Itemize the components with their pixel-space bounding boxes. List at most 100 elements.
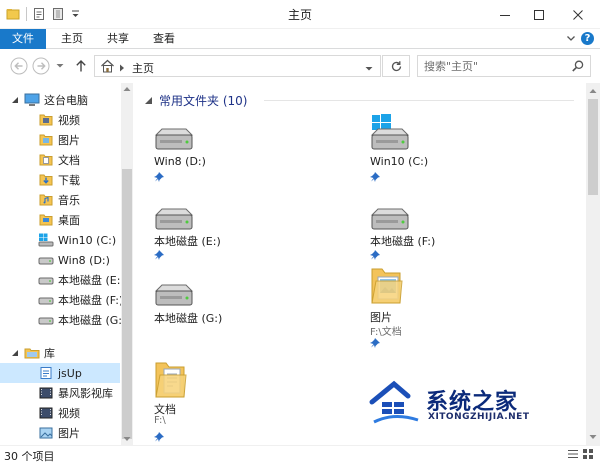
tile-documents[interactable]: 文档 F:\ <box>152 359 352 442</box>
scroll-up-icon <box>589 89 597 93</box>
scroll-down-icon <box>589 435 597 439</box>
search-input[interactable] <box>424 59 564 73</box>
sidebar-item-libraries[interactable]: 库 <box>0 343 120 363</box>
library-icon <box>24 345 40 361</box>
windows-drive-icon <box>370 114 410 150</box>
window-controls <box>488 0 600 29</box>
sidebar-item-jsup[interactable]: jsUp <box>0 363 120 383</box>
refresh-button[interactable] <box>365 55 410 77</box>
group-header-frequent-folders[interactable]: 常用文件夹 (10) <box>144 92 247 108</box>
group-title: 常用文件夹 (10) <box>159 93 248 108</box>
pin-icon <box>370 338 380 348</box>
pictures-folder-icon <box>38 132 54 148</box>
pictures-library-icon <box>38 425 54 441</box>
forward-button[interactable] <box>32 57 50 75</box>
tile-drive-c[interactable]: Win10 (C:) <box>368 113 568 182</box>
drive-icon <box>38 312 54 328</box>
details-view-icon[interactable] <box>567 448 579 463</box>
tile-drive-e[interactable]: 本地磁盘 (E:) <box>152 207 352 267</box>
maximize-icon <box>534 9 544 20</box>
tile-path: F:\文档 <box>370 327 402 338</box>
sidebar-item-label: 本地磁盘 (F:) <box>58 294 124 307</box>
collapse-icon[interactable] <box>10 95 20 105</box>
tile-drive-f[interactable]: 本地磁盘 (F:) <box>368 207 568 267</box>
tile-pictures[interactable]: 图片 F:\文档 <box>368 265 568 348</box>
pc-icon <box>24 92 40 108</box>
drive-icon <box>38 292 54 308</box>
sidebar-item-drive-c[interactable]: Win10 (C:) <box>0 230 120 250</box>
tile-name: 本地磁盘 (F:) <box>370 235 436 248</box>
drive-icon <box>154 284 194 306</box>
sidebar-item-drive-g[interactable]: 本地磁盘 (G:) <box>0 310 126 330</box>
music-folder-icon <box>38 192 54 208</box>
tab-home[interactable]: 主页 <box>50 29 94 49</box>
tile-drive-d[interactable]: Win8 (D:) <box>152 127 352 187</box>
collapse-icon[interactable] <box>10 348 20 358</box>
tab-view[interactable]: 查看 <box>142 29 186 49</box>
sidebar-item-drive-f[interactable]: 本地磁盘 (F:) <box>0 290 124 310</box>
close-button[interactable] <box>556 0 600 29</box>
sidebar-item-label: 音乐 <box>58 194 80 207</box>
recent-locations-button[interactable] <box>54 57 66 75</box>
tile-name: Win10 (C:) <box>370 155 429 168</box>
drive-icon <box>370 208 410 230</box>
scrollbar-thumb[interactable] <box>588 99 598 195</box>
sidebar-item-label: 视频 <box>58 407 80 420</box>
sidebar-item-label: 视频 <box>58 114 80 127</box>
chevron-down-icon <box>56 64 64 68</box>
up-button[interactable] <box>72 57 90 75</box>
title-bar: 主页 <box>0 0 600 29</box>
large-icons-view-icon[interactable] <box>582 448 594 463</box>
scroll-up-icon <box>123 87 131 91</box>
up-arrow-icon <box>76 60 86 72</box>
address-bar[interactable]: 主页 <box>94 55 381 77</box>
video-folder-icon <box>38 112 54 128</box>
sidebar-item-desktop[interactable]: 桌面 <box>0 210 120 230</box>
video-library-icon <box>38 405 54 421</box>
sidebar-item-videos-library[interactable]: 视频 <box>0 403 120 423</box>
downloads-folder-icon <box>38 172 54 188</box>
sidebar-item-pictures[interactable]: 图片 <box>0 130 120 150</box>
group-collapse-icon <box>145 96 152 104</box>
sidebar-item-label: 图片 <box>58 134 80 147</box>
sidebar-item-drive-e[interactable]: 本地磁盘 (E:) <box>0 270 125 290</box>
sidebar-item-baofeng-library[interactable]: 暴风影视库 <box>0 383 120 403</box>
sidebar-item-label: 库 <box>44 347 55 360</box>
search-box[interactable] <box>417 55 591 77</box>
tab-file[interactable]: 文件 <box>0 29 46 49</box>
pin-icon <box>370 172 380 182</box>
sidebar-item-drive-d[interactable]: Win8 (D:) <box>0 250 120 270</box>
drive-icon <box>154 128 194 150</box>
pin-icon <box>154 432 164 442</box>
sidebar-item-videos[interactable]: 视频 <box>0 110 120 130</box>
tile-name: 本地磁盘 (G:) <box>154 312 223 325</box>
sidebar-item-documents[interactable]: 文档 <box>0 150 120 170</box>
tile-drive-g[interactable]: 本地磁盘 (G:) <box>152 283 352 343</box>
sidebar-item-downloads[interactable]: 下载 <box>0 170 120 190</box>
scrollbar-thumb[interactable] <box>122 169 132 439</box>
sidebar-item-this-pc[interactable]: 这台电脑 <box>0 90 120 110</box>
library-item-icon <box>38 365 54 381</box>
maximize-button[interactable] <box>522 0 556 29</box>
breadcrumb-home[interactable]: 主页 <box>132 60 154 76</box>
search-icon[interactable] <box>572 60 584 75</box>
expand-ribbon-icon[interactable] <box>566 33 576 46</box>
breadcrumb-separator-icon <box>119 62 125 75</box>
refresh-icon <box>391 60 401 71</box>
help-icon[interactable]: ? <box>581 32 594 45</box>
pictures-folder-icon <box>371 268 403 304</box>
navigation-scrollbar[interactable] <box>121 83 133 445</box>
back-button[interactable] <box>10 57 28 75</box>
content-scrollbar[interactable] <box>586 83 600 445</box>
address-dropdown-icon[interactable] <box>365 62 373 75</box>
sidebar-item-label: 下载 <box>58 174 80 187</box>
home-icon <box>100 59 115 76</box>
minimize-button[interactable] <box>488 0 522 29</box>
video-library-icon <box>38 385 54 401</box>
sidebar-item-pictures-library[interactable]: 图片 <box>0 423 120 443</box>
sidebar-item-music[interactable]: 音乐 <box>0 190 120 210</box>
sidebar-item-label: 本地磁盘 (E:) <box>58 274 125 287</box>
tab-share[interactable]: 共享 <box>96 29 140 49</box>
drive-icon <box>38 272 54 288</box>
pin-icon <box>370 250 380 260</box>
